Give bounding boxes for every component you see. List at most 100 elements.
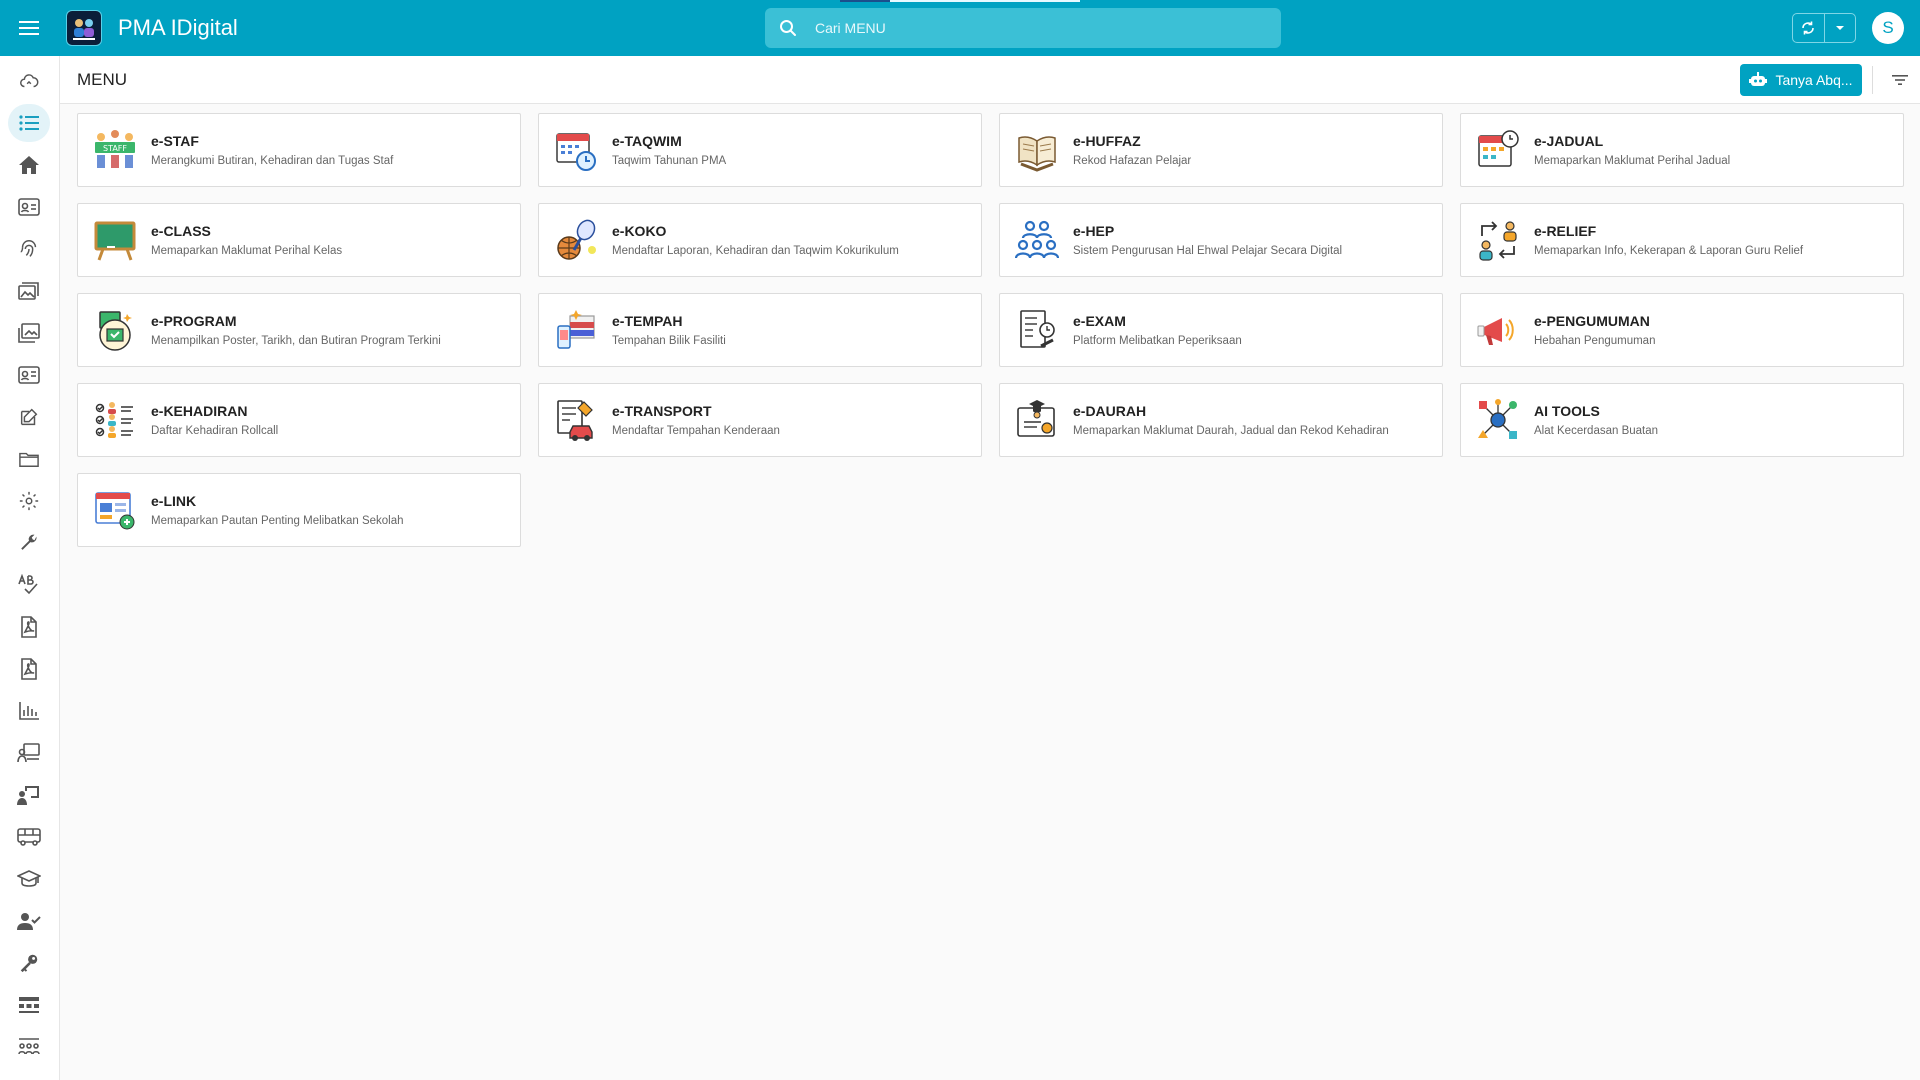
booking-icon — [557, 310, 595, 349]
hamburger-menu-button[interactable] — [0, 0, 58, 56]
menu-card-description: Sistem Pengurusan Hal Ehwal Pelajar Seca… — [1073, 245, 1343, 257]
exam-icon — [1020, 310, 1055, 348]
sidebar-item-chart[interactable] — [8, 692, 50, 730]
sidebar-item-sync[interactable] — [8, 62, 50, 100]
menu-card-e-pengumuman[interactable]: e-PENGUMUMAN Hebahan Pengumuman — [1460, 293, 1904, 367]
teacher-board-icon — [17, 743, 40, 763]
menu-card-title: e-LINK — [151, 493, 197, 509]
app-title: PMA IDigital — [118, 15, 238, 40]
sidebar-item-folder[interactable] — [8, 440, 50, 478]
home-icon — [19, 156, 39, 174]
graduation-cap-icon — [17, 870, 41, 887]
ask-assistant-button[interactable]: Tanya Abq... — [1740, 64, 1862, 96]
menu-card-description: Alat Kecerdasan Buatan — [1534, 425, 1659, 437]
menu-card-title: e-JADUAL — [1534, 133, 1604, 149]
filter-button[interactable] — [1886, 66, 1914, 94]
filter-icon — [1892, 75, 1908, 85]
menu-card-e-staf[interactable]: STAFF e-STAF Merangkumi Butiran, Kehadir… — [77, 113, 521, 187]
robot-icon — [1749, 72, 1768, 86]
menu-card-e-link[interactable]: e-LINK Memaparkan Pautan Penting Melibat… — [77, 473, 521, 547]
sidebar-item-contact[interactable] — [8, 356, 50, 394]
sidebar-item-graduation[interactable] — [8, 860, 50, 898]
sidebar-item-settings[interactable] — [8, 482, 50, 520]
menu-card-e-hep[interactable]: e-HEP Sistem Pengurusan Hal Ehwal Pelaja… — [999, 203, 1443, 277]
sidebar-item-user-check[interactable] — [8, 902, 50, 940]
sidebar-item-edit[interactable] — [8, 398, 50, 436]
menu-card-title: e-HEP — [1073, 223, 1115, 239]
menu-card-e-huffaz[interactable]: e-HUFFAZ Rekod Hafazan Pelajar — [999, 113, 1443, 187]
menu-card-e-kehadiran[interactable]: e-KEHADIRAN Daftar Kehadiran Rollcall — [77, 383, 521, 457]
menu-card-description: Memaparkan Maklumat Perihal Jadual — [1534, 155, 1731, 167]
edit-note-icon — [20, 408, 38, 426]
sidebar-item-home[interactable] — [8, 146, 50, 184]
program-icon — [99, 311, 132, 351]
spellcheck-icon — [18, 574, 38, 595]
sidebar-item-menu[interactable] — [8, 104, 50, 142]
menu-card-title: e-PROGRAM — [151, 313, 237, 329]
menu-card-description: Mendaftar Laporan, Kehadiran dan Taqwim … — [612, 245, 899, 257]
presenter-icon — [17, 786, 39, 805]
staff-icon: STAFF — [95, 130, 135, 168]
sidebar-item-spellcheck[interactable] — [8, 566, 50, 604]
search-input[interactable] — [815, 20, 1255, 36]
sidebar-item-presenter[interactable] — [8, 776, 50, 814]
ai-network-icon — [1478, 399, 1517, 439]
sidebar-item-key[interactable] — [8, 944, 50, 982]
menu-grid: STAFF e-STAF Merangkumi Butiran, Kehadir… — [77, 113, 1905, 547]
hamburger-icon — [19, 21, 39, 35]
menu-card-ai-tools[interactable]: AI TOOLS Alat Kecerdasan Buatan — [1460, 383, 1904, 457]
menu-card-description: Tempahan Bilik Fasiliti — [612, 335, 726, 347]
menu-card-e-exam[interactable]: e-EXAM Platform Melibatkan Peperiksaan — [999, 293, 1443, 367]
menu-card-title: e-TRANSPORT — [612, 403, 712, 419]
menu-card-title: e-CLASS — [151, 223, 211, 239]
top-bar: PMA IDigital S — [0, 0, 1920, 56]
logo-icon — [73, 19, 95, 40]
menu-card-title: e-TEMPAH — [612, 313, 683, 329]
menu-card-e-program[interactable]: e-PROGRAM Menampilkan Poster, Tarikh, da… — [77, 293, 521, 367]
menu-card-e-tempah[interactable]: e-TEMPAH Tempahan Bilik Fasiliti — [538, 293, 982, 367]
sidebar-item-photo-stack[interactable] — [8, 272, 50, 310]
menu-card-description: Memaparkan Maklumat Daurah, Jadual dan R… — [1073, 425, 1389, 437]
contact-card-icon — [18, 366, 40, 384]
menu-card-e-relief[interactable]: e-RELIEF Memaparkan Info, Kekerapan & La… — [1460, 203, 1904, 277]
pdf-file-icon — [21, 616, 37, 638]
app-logo[interactable] — [66, 10, 102, 46]
sidebar-item-tools[interactable] — [8, 524, 50, 562]
sidebar-item-gallery[interactable] — [8, 314, 50, 352]
search-icon — [780, 20, 796, 36]
sidebar-item-org-chart[interactable] — [8, 986, 50, 1024]
menu-card-description: Memaparkan Info, Kekerapan & Laporan Gur… — [1534, 245, 1804, 257]
menu-card-e-transport[interactable]: e-TRANSPORT Mendaftar Tempahan Kenderaan — [538, 383, 982, 457]
sync-dropdown-button[interactable] — [1823, 14, 1855, 42]
menu-card-e-class[interactable]: e-CLASS Memaparkan Maklumat Perihal Kela… — [77, 203, 521, 277]
loading-progress-bar — [840, 0, 1080, 2]
menu-card-description: Taqwim Tahunan PMA — [612, 155, 727, 167]
menu-card-title: AI TOOLS — [1534, 403, 1600, 419]
user-check-icon — [17, 913, 41, 930]
menu-card-e-koko[interactable]: e-KOKO Mendaftar Laporan, Kehadiran dan … — [538, 203, 982, 277]
sync-button[interactable] — [1793, 14, 1824, 42]
sports-icon — [557, 219, 596, 260]
svg-text:STAFF: STAFF — [103, 144, 127, 153]
sidebar-item-pdf[interactable] — [8, 608, 50, 646]
sidebar-item-pdf-document[interactable] — [8, 650, 50, 688]
chalkboard-icon — [94, 221, 136, 261]
menu-card-e-daurah[interactable]: e-DAURAH Memaparkan Maklumat Daurah, Jad… — [999, 383, 1443, 457]
menu-card-title: e-HUFFAZ — [1073, 133, 1141, 149]
user-avatar[interactable]: S — [1872, 12, 1904, 44]
sidebar-item-bus[interactable] — [8, 818, 50, 856]
sidebar-item-id-card[interactable] — [8, 188, 50, 226]
menu-card-e-taqwim[interactable]: e-TAQWIM Taqwim Tahunan PMA — [538, 113, 982, 187]
menu-card-title: e-STAF — [151, 133, 199, 149]
menu-card-description: Mendaftar Tempahan Kenderaan — [612, 425, 780, 437]
menu-header: MENU Tanya Abq... — [60, 56, 1920, 104]
search-bar[interactable] — [765, 8, 1281, 48]
menu-card-description: Rekod Hafazan Pelajar — [1073, 155, 1192, 167]
menu-card-e-jadual[interactable]: e-JADUAL Memaparkan Maklumat Perihal Jad… — [1460, 113, 1904, 187]
sidebar-item-group[interactable] — [8, 1028, 50, 1066]
sidebar-item-fingerprint[interactable] — [8, 230, 50, 268]
image-gallery-icon — [18, 323, 40, 343]
sidebar-item-teacher[interactable] — [8, 734, 50, 772]
wrench-icon — [21, 534, 37, 550]
ask-assistant-label: Tanya Abq... — [1775, 72, 1853, 88]
